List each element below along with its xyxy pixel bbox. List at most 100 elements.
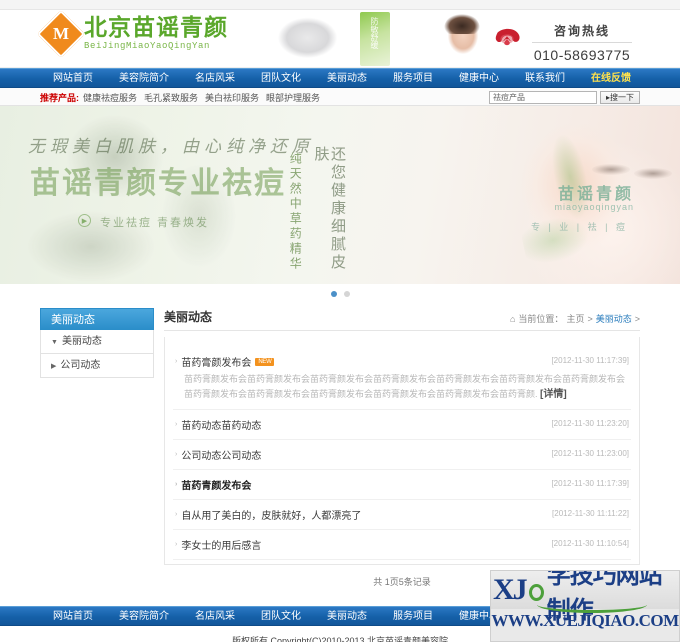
article-title-text: 李女士的用后感言 <box>181 541 262 553</box>
logo-diamond-icon: M <box>36 10 86 59</box>
article-title-text: 苗药青颜发布会 <box>181 481 252 493</box>
article-item: › 李女士的用后感言 [2012-11-30 11:10:54] <box>173 530 631 561</box>
footer-nav-item-0[interactable]: 网站首页 <box>40 607 106 627</box>
nav-item-4[interactable]: 美丽动态 <box>314 69 380 89</box>
hotline-block: 咨询热线 010-58693775 <box>532 22 632 63</box>
recommend-link-2[interactable]: 美白祛印服务 <box>205 91 259 104</box>
search-area: ▸搜一下 <box>488 90 640 104</box>
nav-item-6[interactable]: 健康中心 <box>446 69 512 89</box>
article-date: [2012-11-30 11:11:22] <box>552 509 629 519</box>
bullet-icon: › <box>175 451 178 459</box>
footer-nav-item-2[interactable]: 名店风采 <box>182 607 248 627</box>
logo-pinyin-name: BeiJingMiaoYaoQingYan <box>84 41 211 52</box>
article-title-text: 公司动态公司动态 <box>181 451 262 463</box>
bullet-icon: › <box>175 481 178 489</box>
article-title-link[interactable]: › 李女士的用后感言 <box>175 537 261 552</box>
article-title-text: 苗药动态苗药动态 <box>181 421 262 433</box>
article-row: › 李女士的用后感言 [2012-11-30 11:10:54] <box>175 537 629 552</box>
banner-headline-small: 无瑕美白肌肤，由心纯净还原 <box>28 137 314 157</box>
article-date: [2012-11-30 11:17:39] <box>551 479 629 489</box>
footer-nav-item-1[interactable]: 美容院简介 <box>106 607 182 627</box>
watermark-overlay: XJ 学技巧网站制作 WWW.XUEJIQIAO.COM <box>490 570 680 642</box>
footer-nav-item-5[interactable]: 服务项目 <box>380 607 446 627</box>
watermark-ring-icon <box>528 583 544 601</box>
recommend-link-0[interactable]: 健康祛痘服务 <box>83 91 137 104</box>
article-title-text: 苗药膏颜发布会 <box>181 358 252 369</box>
watermark-brand: XJ <box>493 573 528 606</box>
article-item: › 自从用了美白的，皮肤就好，人都漂亮了 [2012-11-30 11:11:22] <box>173 500 631 531</box>
hotline-number: 010-58693775 <box>533 47 631 63</box>
banner-headline-large: 苗谣青颜专业祛痘 <box>30 166 286 201</box>
hero-banner[interactable]: 无瑕美白肌肤，由心纯净还原 苗谣青颜专业祛痘 纯天然中草药精华 还您健康细腻皮肤… <box>0 106 680 284</box>
nav-item-7[interactable]: 联系我们 <box>512 69 578 89</box>
article-item: › 苗药膏颜发布会 NEW [2012-11-30 11:17:39] 苗药膏颜发布会苗… <box>173 347 631 411</box>
banner-dot-1[interactable] <box>343 291 350 297</box>
recommend-search-bar: 推荐产品: 健康祛痘服务毛孔紧致服务美白祛印服务眼部护理服务 ▸搜一下 <box>0 88 680 106</box>
article-date: [2012-11-30 11:17:39] <box>551 356 629 365</box>
article-title-link[interactable]: › 自从用了美白的，皮肤就好，人都漂亮了 <box>175 507 361 522</box>
header-model-photo <box>430 12 496 67</box>
article-title-link[interactable]: › 苗药膏颜发布会 NEW <box>175 354 275 369</box>
article-title-text: 自从用了美白的，皮肤就好，人都漂亮了 <box>181 511 362 523</box>
nav-item-1[interactable]: 美容院简介 <box>106 69 182 89</box>
sidebar-item-label: 公司动态 <box>60 360 101 371</box>
top-strip <box>0 0 680 10</box>
nav-item-2[interactable]: 名店风采 <box>182 69 248 89</box>
content-column: 美丽动态 ⌂ 当前位置： 主页 > 美丽动态 > › 苗药膏颜发布会 NEW [201… <box>164 308 640 594</box>
recommend-links: 健康祛痘服务 毛孔紧致服务 美白祛印服务 眼部护理服务 <box>83 91 320 104</box>
recommend-label: 推荐产品: <box>40 92 79 103</box>
article-list: › 苗药膏颜发布会 NEW [2012-11-30 11:17:39] 苗药膏颜发布会苗… <box>164 337 640 566</box>
banner-subtext: 专业祛痘 青春焕发 <box>100 217 210 229</box>
banner-dot-list <box>0 291 680 322</box>
article-title-link[interactable]: › 公司动态公司动态 <box>175 447 261 462</box>
sidebar-item-1[interactable]: ▶ 公司动态 <box>40 354 154 378</box>
site-header: M 北京苗谣青颜 BeiJingMiaoYaoQingYan 防敏舒缓 咨询热线… <box>0 10 680 68</box>
banner-model-eye-right <box>634 168 672 179</box>
header-product-pack-image: 防敏舒缓 <box>360 12 390 66</box>
banner-brand-tags: 专 | 业 | 祛 | 痘 <box>530 222 628 232</box>
header-face-photo <box>250 10 370 67</box>
article-title-link[interactable]: › 苗药青颜发布会 <box>175 477 251 492</box>
bullet-icon: › <box>175 511 178 519</box>
recommend-link-1[interactable]: 毛孔紧致服务 <box>144 91 198 104</box>
article-row: › 苗药动态苗药动态 [2012-11-30 11:23:20] <box>175 417 629 432</box>
nav-item-5[interactable]: 服务项目 <box>380 69 446 89</box>
article-item: › 苗药青颜发布会 [2012-11-30 11:17:39] <box>173 470 631 501</box>
hotline-label: 咨询热线 <box>532 22 632 43</box>
logo-mark-letter: M <box>52 24 70 44</box>
article-more-link[interactable]: [详情] <box>540 389 567 400</box>
sidebar: 美丽动态 ▼ 美丽动态 ▶ 公司动态 <box>40 308 154 594</box>
caret-icon: ▼ <box>51 339 58 346</box>
nav-item-0[interactable]: 网站首页 <box>40 69 106 89</box>
footer-nav-item-4[interactable]: 美丽动态 <box>314 607 380 627</box>
banner-brand-cn: 苗谣青颜 <box>557 186 634 203</box>
banner-play-icon[interactable]: ▶ <box>78 214 91 227</box>
article-row: › 苗药膏颜发布会 NEW [2012-11-30 11:17:39] <box>175 354 629 369</box>
nav-item-3[interactable]: 团队文化 <box>248 69 314 89</box>
article-item: › 苗药动态苗药动态 [2012-11-30 11:23:20] <box>173 410 631 441</box>
main-content-area: 美丽动态 ▼ 美丽动态 ▶ 公司动态 美丽动态 ⌂ 当前位置： 主页 > 美丽动态 >… <box>40 306 640 594</box>
nav-item-8[interactable]: 在线反馈 <box>578 69 644 89</box>
article-row: › 苗药青颜发布会 [2012-11-30 11:17:39] <box>175 477 629 492</box>
bullet-icon: › <box>175 421 178 429</box>
bullet-icon: › <box>175 358 178 365</box>
banner-vertical-text-1: 纯天然中草药精华 <box>288 152 303 272</box>
site-logo[interactable]: M 北京苗谣青颜 BeiJingMiaoYaoQingYan <box>36 10 228 59</box>
banner-dots-strip <box>0 284 680 306</box>
sidebar-item-0[interactable]: ▼ 美丽动态 <box>40 330 154 354</box>
search-button[interactable]: ▸搜一下 <box>599 90 640 104</box>
article-date: [2012-11-30 11:23:20] <box>551 419 629 429</box>
footer-nav-item-3[interactable]: 团队文化 <box>248 607 314 627</box>
new-badge: NEW <box>255 357 275 366</box>
banner-dot-0[interactable] <box>330 291 337 297</box>
bullet-icon: › <box>175 541 178 549</box>
article-title-link[interactable]: › 苗药动态苗药动态 <box>175 417 261 432</box>
recommend-link-3[interactable]: 眼部护理服务 <box>266 91 320 104</box>
article-item: › 公司动态公司动态 [2012-11-30 11:23:00] <box>173 440 631 471</box>
search-input[interactable] <box>488 90 597 104</box>
telephone-icon <box>495 28 520 46</box>
article-row: › 自从用了美白的，皮肤就好，人都漂亮了 [2012-11-30 11:11:22] <box>175 507 629 522</box>
sidebar-item-label: 美丽动态 <box>61 336 102 347</box>
article-description: 苗药膏颜发布会苗药膏颜发布会苗药膏颜发布会苗药膏颜发布会苗药膏颜发布会苗药膏颜发… <box>175 373 629 402</box>
page-root: M 北京苗谣青颜 BeiJingMiaoYaoQingYan 防敏舒缓 咨询热线… <box>0 0 680 642</box>
